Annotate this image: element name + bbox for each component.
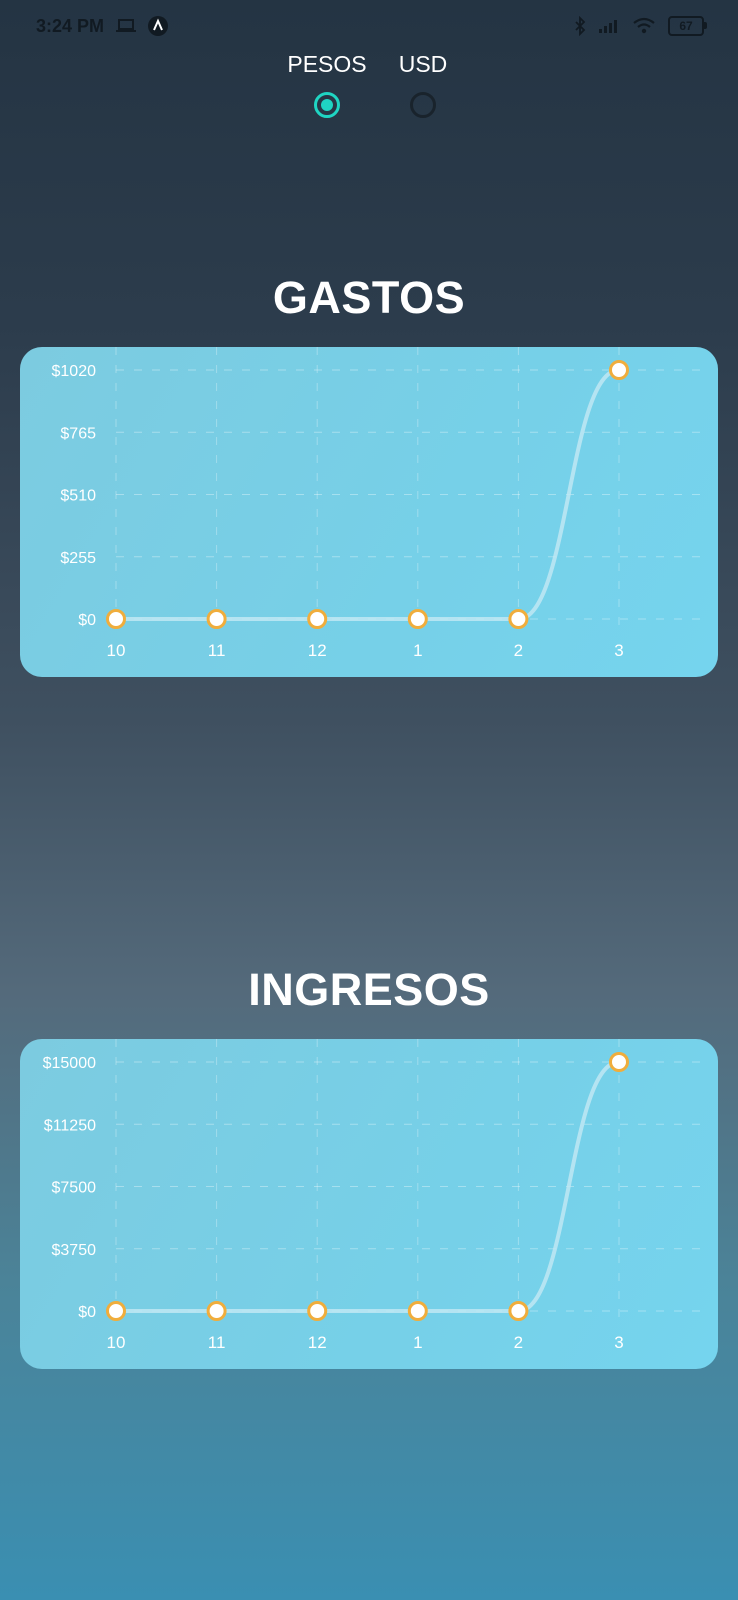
bluetooth-icon <box>574 16 586 36</box>
data-point <box>609 360 629 380</box>
app-a-icon <box>148 16 169 36</box>
x-tick-label: 3 <box>614 1333 623 1352</box>
x-tick-label: 11 <box>208 1333 226 1352</box>
ingresos-chart-card: $0 $3750 $7500 $11250 $15000 10 11 12 1 2 3 <box>20 1039 718 1369</box>
data-point <box>508 609 529 629</box>
x-tick-label: 1 <box>413 641 422 660</box>
data-point <box>206 1301 227 1321</box>
usd-label: USD <box>398 51 448 77</box>
y-tick-label: $0 <box>78 1304 96 1321</box>
data-point <box>407 1301 428 1321</box>
status-bar: 3:24 PM 67 <box>0 0 738 52</box>
data-point <box>106 1301 126 1321</box>
x-tick-label: 2 <box>514 1333 523 1352</box>
status-bar-left: 3:24 PM <box>36 15 169 37</box>
y-tick-label: $510 <box>60 488 96 505</box>
x-tick-label: 1 <box>413 1333 422 1352</box>
pesos-label: PESOS <box>287 51 367 77</box>
data-point <box>508 1301 529 1321</box>
gastos-chart-card: $0 $255 $510 $765 $1020 10 11 12 1 2 3 <box>20 347 718 677</box>
currency-option-pesos[interactable]: PESOS <box>277 48 377 118</box>
data-point <box>307 1301 328 1321</box>
wifi-icon <box>632 17 656 35</box>
data-point <box>407 609 428 629</box>
x-tick-label: 10 <box>107 641 126 660</box>
ingresos-title: INGRESOS <box>248 964 490 1015</box>
x-tick-label: 2 <box>514 641 523 660</box>
signal-icon <box>598 18 620 34</box>
y-tick-label: $7500 <box>52 1180 97 1197</box>
x-tick-label: 12 <box>308 641 327 660</box>
x-tick-label: 10 <box>107 1333 126 1352</box>
x-tick-label: 3 <box>614 641 623 660</box>
pesos-radio[interactable] <box>314 92 340 118</box>
data-point <box>106 609 126 629</box>
laptop-icon <box>116 18 137 34</box>
ingresos-chart: $0$3750$7500$11250$1500010 11 12 1 2 3 <box>43 1039 710 1352</box>
y-tick-label: $11250 <box>44 1117 96 1134</box>
y-tick-label: $1020 <box>52 363 97 380</box>
battery-icon: 67 <box>668 16 707 36</box>
gastos-chart: $0$255$510$765$102010 11 12 1 2 3 <box>52 347 710 660</box>
data-point <box>206 609 227 629</box>
gastos-title: GASTOS <box>272 272 466 323</box>
y-tick-label: $15000 <box>43 1055 96 1072</box>
y-tick-label: $255 <box>60 550 96 567</box>
y-tick-label: $765 <box>60 425 96 442</box>
x-tick-label: 11 <box>208 641 226 660</box>
status-bar-right: 67 <box>574 16 707 36</box>
currency-option-usd[interactable]: USD <box>373 48 473 118</box>
x-tick-label: 12 <box>308 1333 327 1352</box>
y-tick-label: $3750 <box>52 1242 97 1259</box>
data-point <box>609 1052 629 1072</box>
currency-selector: PESOS USD <box>0 48 738 128</box>
usd-radio[interactable] <box>410 92 436 118</box>
data-point <box>307 609 328 629</box>
battery-level: 67 <box>679 19 693 33</box>
status-time: 3:24 PM <box>36 15 105 36</box>
y-tick-label: $0 <box>78 612 96 629</box>
